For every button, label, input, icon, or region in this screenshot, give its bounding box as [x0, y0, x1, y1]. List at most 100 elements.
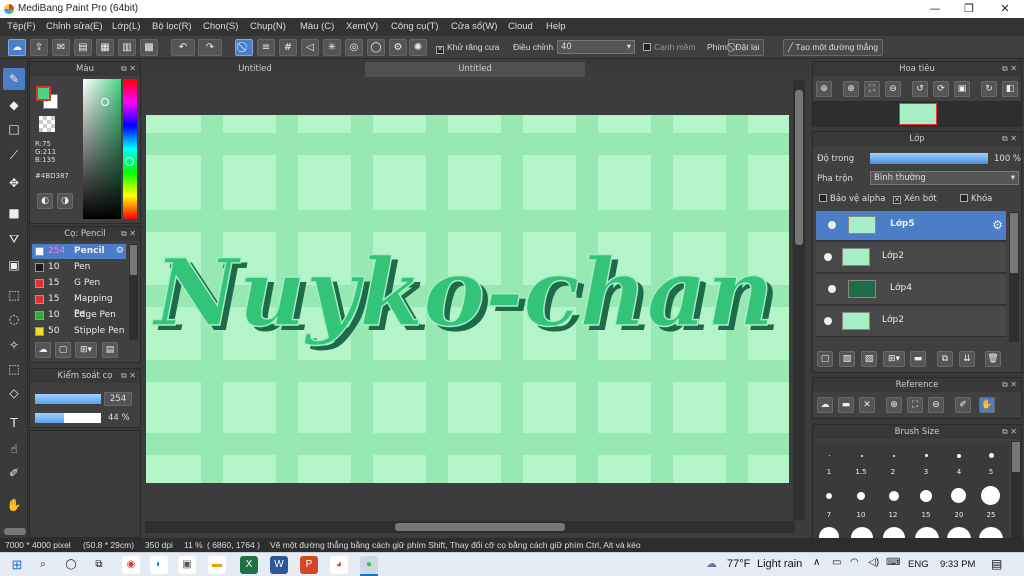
eye-icon[interactable]	[828, 285, 836, 293]
size-slider[interactable]	[35, 394, 101, 404]
tab-untitled-2[interactable]: Untitled	[365, 62, 585, 77]
menu-help[interactable]: Help	[546, 21, 566, 32]
store-icon[interactable]: ▣	[178, 556, 196, 574]
hscroll-thumb[interactable]	[395, 523, 565, 531]
brush-copy-icon[interactable]: ▤	[102, 342, 118, 358]
menu-tools[interactable]: Công cụ(T)	[391, 21, 439, 32]
menu-color[interactable]: Màu (C)	[300, 21, 334, 32]
reference-cloud-icon[interactable]: ☁	[817, 397, 833, 413]
layer-opacity-slider[interactable]	[870, 153, 988, 164]
notification-icon[interactable]: ▤	[991, 557, 1002, 571]
popout-icon[interactable]: ⧉ ✕	[1002, 132, 1017, 146]
eyedropper-tool-icon[interactable]: ✐	[3, 462, 25, 484]
curve-snap-icon[interactable]: ◯	[367, 39, 385, 56]
popout-icon[interactable]: ⧉ ✕	[121, 369, 136, 383]
wifi-icon[interactable]: ◠	[850, 557, 859, 568]
brush-item[interactable]: 10 Pen	[32, 260, 126, 275]
scroll-thumb[interactable]	[130, 245, 137, 275]
correction-select[interactable]: 40 ▾	[557, 40, 635, 54]
minimize-button[interactable]: —	[918, 0, 952, 18]
saturation-box[interactable]	[83, 79, 121, 219]
redo-icon[interactable]: ↷	[198, 39, 222, 56]
move-tool-icon[interactable]: ✥	[3, 172, 25, 194]
comment-icon[interactable]: ✉	[52, 39, 70, 56]
weather-desc[interactable]: Light rain	[757, 558, 802, 570]
layer-row[interactable]: Lớp2	[816, 307, 1006, 337]
battery-icon[interactable]: ▭	[832, 557, 841, 568]
duplicate-layer-icon[interactable]: ⧉	[937, 351, 953, 367]
size-dot[interactable]	[981, 486, 1000, 505]
medibang-taskbar-icon[interactable]: ●	[360, 556, 378, 574]
menu-file[interactable]: Tệp(F)	[7, 21, 36, 32]
ime-icon[interactable]: ⌨	[886, 557, 900, 568]
panel-icon[interactable]: ▥	[118, 39, 136, 56]
eye-icon[interactable]	[828, 221, 836, 229]
opacity-slider[interactable]	[35, 413, 101, 423]
canvas-hscrollbar[interactable]	[145, 521, 795, 533]
popout-icon[interactable]: ⧉ ✕	[1002, 62, 1017, 76]
magic-wand-icon[interactable]: ✧	[3, 334, 25, 356]
grid-icon[interactable]: ▩	[140, 39, 158, 56]
menu-select[interactable]: Chọn(S)	[203, 21, 238, 32]
gradient-tool-icon[interactable]: ▣	[3, 254, 25, 276]
size-dot[interactable]	[920, 490, 932, 502]
radial-snap-icon[interactable]: ✳	[323, 39, 341, 56]
fullscreen-icon[interactable]: ▣	[954, 81, 970, 97]
vscroll-thumb[interactable]	[795, 90, 803, 245]
reference-fit-icon[interactable]: ⛶	[907, 397, 923, 413]
size-dot[interactable]	[893, 455, 895, 457]
clock[interactable]: 9:33 PM	[940, 559, 975, 570]
reset-button[interactable]: ⃠ Đặt lại	[728, 39, 765, 56]
antialias-check[interactable]: ✕	[436, 46, 444, 54]
tool-scroll-thumb[interactable]	[4, 528, 26, 535]
new-8bit-layer-icon[interactable]: ▨	[861, 351, 877, 367]
flip-icon[interactable]: ◧	[1002, 81, 1018, 97]
popout-icon[interactable]: ⧉ ✕	[121, 227, 136, 241]
brush-tool-icon[interactable]: ✎	[3, 68, 25, 90]
opacity-value[interactable]: 44	[108, 413, 119, 423]
text-tool-icon[interactable]: T	[3, 412, 25, 434]
chrome-icon[interactable]: ◕	[330, 556, 348, 574]
reference-open-icon[interactable]: ▬	[838, 397, 854, 413]
brush-cloud-icon[interactable]: ☁	[35, 342, 51, 358]
reference-close-icon[interactable]: ✕	[859, 397, 875, 413]
menu-edit[interactable]: Chỉnh sửa(E)	[46, 21, 103, 32]
soft-edge-check[interactable]	[643, 43, 651, 51]
hue-slider[interactable]	[123, 79, 137, 219]
export-icon[interactable]: ⇪	[30, 39, 48, 56]
fit-screen-icon[interactable]: ⛶	[864, 81, 880, 97]
new-halftone-layer-icon[interactable]: ▧	[839, 351, 855, 367]
brush-add-icon[interactable]: ⊞▾	[75, 342, 97, 358]
scroll-thumb[interactable]	[1012, 442, 1020, 472]
eraser-tool-icon[interactable]: ◆	[3, 94, 25, 116]
page-icon[interactable]: ▦	[96, 39, 114, 56]
merge-down-icon[interactable]: ⇊	[959, 351, 975, 367]
brush-item[interactable]: 254 Pencil ⚙	[32, 244, 126, 259]
brush-new-icon[interactable]: ▢	[55, 342, 71, 358]
rotate-right-icon[interactable]: ↻	[981, 81, 997, 97]
app-icon-1[interactable]: ◉	[122, 556, 140, 574]
gear-icon[interactable]: ⚙	[116, 244, 124, 259]
brush-size-scrollbar[interactable]	[1011, 441, 1021, 537]
perspective-snap-icon[interactable]: ◁	[301, 39, 319, 56]
task-view-icon[interactable]: ⧉	[90, 556, 108, 574]
reset-rotation-icon[interactable]: ⟳	[933, 81, 949, 97]
zoom-fit-icon[interactable]: ⊕	[816, 81, 832, 97]
select-eraser-icon[interactable]: ◇	[3, 382, 25, 404]
blend-select[interactable]: Bình thường ▾	[870, 171, 1019, 185]
primary-color-swatch[interactable]	[36, 86, 51, 101]
cross-snap-icon[interactable]: #	[279, 39, 297, 56]
weather-temp[interactable]: 77°F	[727, 558, 750, 570]
lock-check[interactable]	[960, 194, 968, 202]
clipping-check[interactable]: ✕	[893, 196, 901, 204]
layout-icon[interactable]: ▤	[74, 39, 92, 56]
size-dot[interactable]	[861, 455, 863, 457]
excel-icon[interactable]: X	[240, 556, 258, 574]
brush-item[interactable]: 15 Mapping Pe	[32, 292, 126, 319]
select-rect-icon[interactable]: ⬚	[3, 284, 25, 306]
size-dot[interactable]	[829, 455, 830, 456]
line-tool-icon[interactable]: ⟋	[3, 144, 25, 166]
brush-item[interactable]: 50 Stipple Pen	[32, 324, 126, 339]
create-line-button[interactable]: ╱ Tạo một đường thẳng	[783, 39, 883, 56]
undo-icon[interactable]: ↶	[171, 39, 195, 56]
